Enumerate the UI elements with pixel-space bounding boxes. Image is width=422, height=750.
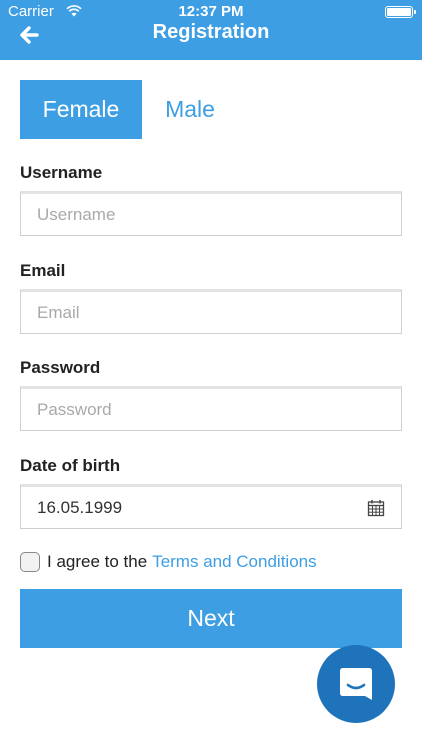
chat-button[interactable]	[317, 645, 395, 723]
next-button[interactable]: Next	[20, 589, 402, 648]
page-title: Registration	[152, 21, 270, 43]
username-input[interactable]	[20, 191, 402, 236]
terms-row: I agree to the Terms and Conditions	[20, 552, 317, 572]
status-time: 12:37 PM	[178, 3, 244, 20]
email-label: Email	[20, 261, 66, 280]
terms-link[interactable]: Terms and Conditions	[152, 552, 316, 572]
email-input[interactable]	[20, 289, 402, 334]
header-bar: Carrier 12:37 PM Registration	[0, 0, 422, 60]
calendar-icon	[367, 499, 385, 516]
battery-icon	[385, 6, 416, 18]
gender-female-button[interactable]: Female	[20, 80, 142, 139]
gender-male-button[interactable]: Male	[142, 80, 238, 139]
password-label: Password	[20, 358, 101, 377]
status-bar: Carrier 12:37 PM	[0, 0, 422, 22]
dob-input[interactable]: 16.05.1999	[20, 484, 402, 529]
terms-text: I agree to the	[47, 552, 148, 571]
dob-label: Date of birth	[20, 456, 121, 475]
password-input[interactable]	[20, 386, 402, 431]
gender-selector: Female Male	[20, 80, 238, 139]
chat-icon	[340, 668, 372, 700]
terms-checkbox[interactable]	[20, 552, 40, 572]
dob-value: 16.05.1999	[37, 497, 123, 517]
username-label: Username	[20, 163, 103, 182]
